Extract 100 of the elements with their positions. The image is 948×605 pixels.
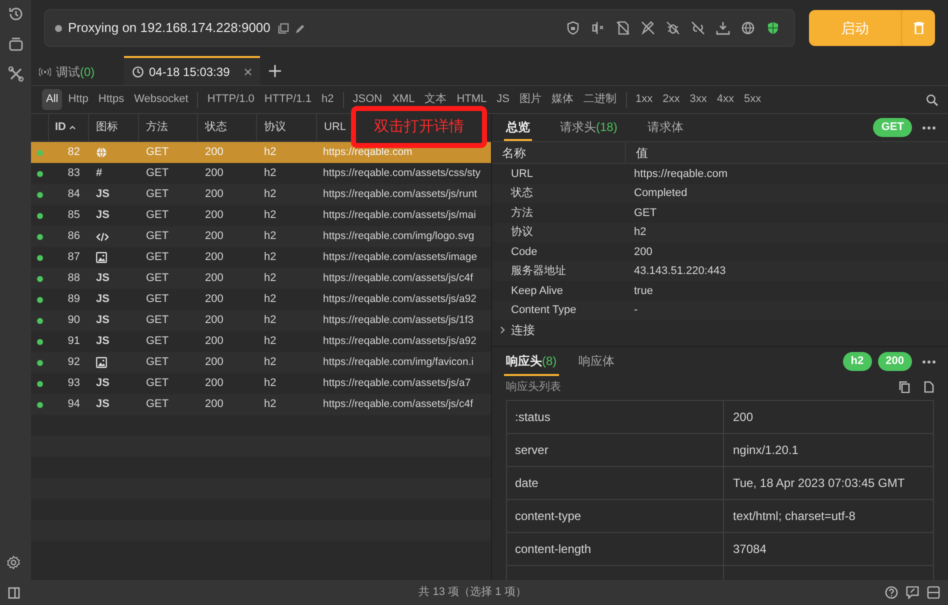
help-icon[interactable]: [885, 586, 898, 599]
filter-chip[interactable]: 媒体: [548, 89, 578, 110]
table-cell: https://reqable.com/assets/js/mai: [323, 208, 476, 221]
feedback-icon[interactable]: [906, 586, 919, 599]
tab[interactable]: 响应头(8): [504, 347, 559, 376]
filter-chip[interactable]: Https: [94, 89, 128, 110]
table-cell: h2: [264, 335, 276, 348]
lock-shield-icon[interactable]: [566, 21, 580, 35]
filter-chip[interactable]: All: [42, 89, 62, 110]
header-name: :status: [515, 409, 550, 426]
column-header: 名称: [502, 144, 526, 162]
column-header[interactable]: URL: [324, 119, 346, 136]
header-value: nginx/1.20.1: [733, 442, 798, 459]
download-icon[interactable]: [716, 21, 730, 35]
filter-chip[interactable]: 5xx: [740, 89, 766, 110]
table-cell: GET: [146, 356, 169, 368]
table-cell: h2: [264, 314, 276, 326]
request-row[interactable]: 86 GET 200 h2 https://reqable.com/img/logo.svg: [31, 226, 491, 247]
tab[interactable]: 响应体: [576, 347, 617, 376]
clock-icon: [132, 66, 144, 78]
request-row[interactable]: 94 JS GET 200 h2 https://reqable.com/assets/js/c4f: [31, 394, 491, 415]
property-name: Code: [511, 246, 538, 258]
table-cell: 200: [205, 377, 224, 390]
header-name: content-type: [515, 508, 582, 525]
tab[interactable]: 调试(0): [31, 56, 124, 85]
filter-chip[interactable]: Http: [64, 89, 92, 110]
tab[interactable]: 请求体: [645, 114, 686, 141]
table-cell: 200: [205, 209, 224, 222]
layout-icon[interactable]: [927, 586, 940, 599]
table-cell-text: 87: [68, 250, 80, 266]
property-name: 服务器地址: [511, 265, 566, 277]
copy-icon[interactable]: [899, 381, 910, 393]
header-value: Tue, 18 Apr 2023 07:03:45 GMT: [733, 475, 905, 492]
filter-chip[interactable]: Websocket: [130, 89, 192, 110]
request-row[interactable]: 90 JS GET 200 h2 https://reqable.com/assets/js/1f3: [31, 310, 491, 331]
tab[interactable]: 04-18 15:03:39: [124, 56, 260, 85]
filter-chip[interactable]: HTTP/1.1: [260, 89, 316, 110]
filter-chip[interactable]: 4xx: [712, 89, 738, 110]
table-cell-text: 93: [68, 376, 80, 392]
filter-chip[interactable]: 2xx: [658, 89, 684, 110]
close-icon[interactable]: [244, 68, 252, 76]
copy-icon[interactable]: [278, 22, 290, 34]
table-cell: h2: [264, 230, 276, 242]
table-cell: https://reqable.com/assets/js/a92: [323, 292, 476, 305]
history-icon[interactable]: [8, 6, 24, 22]
status-badge: h2: [842, 352, 872, 371]
column-header[interactable]: ID: [55, 119, 66, 136]
column-header[interactable]: 协议: [264, 119, 286, 136]
add-icon[interactable]: [269, 64, 281, 76]
table-cell: https://reqable.com/assets/css/sty: [323, 166, 481, 179]
more-icon[interactable]: [922, 360, 936, 364]
request-row[interactable]: 88 JS GET 200 h2 https://reqable.com/assets/js/c4f: [31, 268, 491, 289]
property-name: Keep Alive: [511, 284, 563, 296]
filter-chip[interactable]: 图片: [516, 89, 546, 110]
settings-icon[interactable]: [6, 555, 21, 570]
search-icon[interactable]: [926, 94, 938, 106]
pen-off-icon[interactable]: [641, 21, 655, 35]
table-cell: https://reqable.com/assets/js/runt: [323, 188, 478, 200]
tab[interactable]: 请求头(18): [558, 114, 620, 141]
code-icon: [96, 232, 109, 242]
column-header[interactable]: 图标: [96, 119, 118, 136]
split-icon[interactable]: [591, 21, 605, 35]
property-value: 200: [634, 246, 652, 258]
shield-icon[interactable]: [766, 21, 780, 35]
type-label: JS: [96, 376, 110, 392]
table-cell: 200: [205, 251, 224, 264]
pencil-icon[interactable]: [295, 22, 306, 34]
group-label[interactable]: 连接: [511, 321, 535, 339]
chevron-icon[interactable]: [500, 326, 506, 334]
filter-chip[interactable]: 1xx: [632, 89, 657, 110]
table-cell-text: 88: [68, 271, 80, 286]
column-header[interactable]: 方法: [146, 119, 168, 136]
table-cell: GET: [146, 272, 169, 284]
property-value: Completed: [634, 187, 688, 199]
tools-icon[interactable]: [8, 66, 24, 82]
filter-chip[interactable]: HTTP/1.0: [203, 89, 258, 110]
filter-chip[interactable]: JS: [492, 89, 514, 110]
filter-chip[interactable]: h2: [317, 89, 338, 110]
document-off-icon[interactable]: [616, 21, 630, 35]
header-name: date: [515, 475, 538, 492]
file-icon[interactable]: [924, 381, 934, 393]
filter-chip[interactable]: 二进制: [580, 89, 620, 110]
table-cell: GET: [146, 167, 169, 180]
table-cell: GET: [146, 146, 169, 158]
bug-off-icon[interactable]: [666, 21, 680, 35]
status-text: 共 13 项（选择 1 项）: [418, 585, 526, 600]
table-cell: https://reqable.com: [323, 146, 412, 158]
globe-icon[interactable]: [741, 21, 755, 35]
link-off-icon[interactable]: [691, 21, 705, 35]
request-row[interactable]: 84 JS GET 200 h2 https://reqable.com/assets/js/runt: [31, 184, 491, 205]
request-row[interactable]: 92 GET 200 h2 https://reqable.com/img/favicon.i: [31, 352, 491, 373]
property-value: 43.143.51.220:443: [634, 265, 726, 277]
sidebar-toggle-icon[interactable]: [8, 586, 20, 598]
column-header[interactable]: 状态: [205, 119, 227, 136]
filter-chip[interactable]: 3xx: [686, 89, 711, 110]
type-label: JS: [96, 334, 110, 350]
tray-icon[interactable]: [8, 36, 24, 52]
table-cell: https://reqable.com/assets/js/c4f: [323, 272, 473, 284]
table-cell-text: 89: [68, 292, 80, 308]
more-icon[interactable]: [922, 126, 936, 130]
